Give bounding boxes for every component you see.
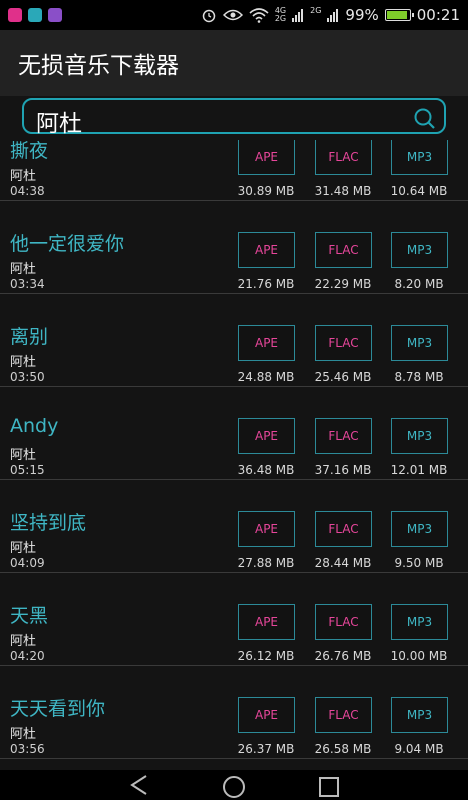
signal-4g-icon: 4G 2G [274,6,287,23]
song-row[interactable]: Andy 阿杜 05:15 APE 36.48 MB FLAC 37.16 MB MP3 12.… [0,387,468,480]
download-ape-button[interactable]: APE [238,325,295,361]
song-title: 撕夜 [10,140,49,162]
song-duration: 04:38 [10,184,45,198]
song-artist: 阿杜 [10,727,37,742]
download-flac-button[interactable]: FLAC [315,232,372,268]
file-size: 30.89 MB [237,184,295,198]
file-size: 28.44 MB [314,556,372,570]
app-icon-teal [28,8,42,22]
signal-2g-icon: 2G [310,6,322,15]
download-mp3-button[interactable]: MP3 [391,604,448,640]
alarm-icon [202,9,216,23]
song-artist: 阿杜 [10,634,37,649]
song-title: 离别 [10,326,49,348]
song-title: 坚持到底 [10,512,87,534]
download-ape-button[interactable]: APE [238,697,295,733]
system-icons: 4G 2G 2G 99% 00:21 [201,6,460,24]
download-flac-button[interactable]: FLAC [315,140,372,175]
file-size: 24.88 MB [237,370,295,384]
file-size: 25.46 MB [314,370,372,384]
file-size: 31.48 MB [314,184,372,198]
song-row[interactable]: 天黑阿杜 04:20 APE 26.12 MB FLAC 26.76 MB MP3 10.00… [0,573,468,666]
download-ape-button[interactable]: APE [238,140,295,175]
song-artist: 阿杜 [10,448,37,463]
song-title: Andy [10,415,59,437]
file-size: 37.16 MB [314,463,372,477]
wifi-icon [249,8,269,23]
signal-bars-2-icon [327,9,339,22]
file-size: 26.58 MB [314,742,372,756]
song-artist: 阿杜 [10,262,37,277]
battery-icon [384,9,414,21]
song-duration: 03:34 [10,277,45,291]
download-mp3-button[interactable]: MP3 [391,140,448,175]
song-artist: 阿杜 [10,169,37,184]
file-size: 26.37 MB [237,742,295,756]
search-value: 阿杜 [36,111,82,137]
home-icon[interactable] [219,770,249,800]
download-flac-button[interactable]: FLAC [315,325,372,361]
status-bar: 4G 2G 2G 99% 00:21 [0,0,468,30]
file-size: 10.64 MB [390,184,448,198]
song-row[interactable]: 坚持到底阿杜 04:09 APE 27.88 MB FLAC 28.44 MB MP3 9.5… [0,480,468,573]
search-icon[interactable] [412,106,436,130]
file-size: 9.04 MB [394,742,444,756]
download-mp3-button[interactable]: MP3 [391,232,448,268]
download-flac-button[interactable]: FLAC [315,697,372,733]
search-bar: 阿杜 [0,96,468,140]
song-artist: 阿杜 [10,541,37,556]
app-bar: 无损音乐下载器 [0,30,468,96]
song-duration: 03:50 [10,370,45,384]
file-size: 10.00 MB [390,649,448,663]
signal-bars-icon [292,9,304,22]
download-flac-button[interactable]: FLAC [315,418,372,454]
file-size: 21.76 MB [237,277,295,291]
download-ape-button[interactable]: APE [238,232,295,268]
song-row[interactable]: 撕夜阿杜 04:38 APE 30.89 MB FLAC 31.48 MB MP3 10.64… [0,140,468,201]
download-flac-button[interactable]: FLAC [315,604,372,640]
battery-percent: 99% [345,6,379,24]
download-ape-button[interactable]: APE [238,511,295,547]
download-mp3-button[interactable]: MP3 [391,511,448,547]
song-duration: 05:15 [10,463,45,477]
app-icon-pink [8,8,22,22]
song-title: 天黑 [10,605,49,627]
back-icon[interactable] [124,770,154,800]
song-title: 天天看到你 [10,698,106,720]
song-row[interactable]: 天天看到你阿杜 03:56 APE 26.37 MB FLAC 26.58 MB MP3 9.… [0,666,468,759]
navigation-bar [0,770,468,800]
song-duration: 04:09 [10,556,45,570]
download-mp3-button[interactable]: MP3 [391,418,448,454]
eye-icon [222,9,243,21]
file-size: 8.20 MB [394,277,444,291]
file-size: 9.50 MB [394,556,444,570]
file-size: 22.29 MB [314,277,372,291]
file-size: 27.88 MB [237,556,295,570]
song-row[interactable]: 他一定很爱你阿杜 03:34 APE 21.76 MB FLAC 22.29 MB MP3 8… [0,201,468,294]
song-title: 他一定很爱你 [10,233,125,255]
clock: 00:21 [416,6,460,24]
file-size: 12.01 MB [390,463,448,477]
song-duration: 04:20 [10,649,45,663]
download-mp3-button[interactable]: MP3 [391,325,448,361]
file-size: 26.12 MB [237,649,295,663]
download-flac-button[interactable]: FLAC [315,511,372,547]
download-ape-button[interactable]: APE [238,418,295,454]
song-artist: 阿杜 [10,355,37,370]
app-icon-purple [48,8,62,22]
app-title: 无损音乐下载器 [18,53,179,79]
file-size: 8.78 MB [394,370,444,384]
recents-icon[interactable] [314,770,344,800]
song-list[interactable]: 撕夜 阿杜 04:38 APE 30.89 MB FLAC 31.48 MB MP3 10.64… [0,140,468,770]
download-mp3-button[interactable]: MP3 [391,697,448,733]
song-duration: 03:56 [10,742,45,756]
file-size: 36.48 MB [237,463,295,477]
file-size: 26.76 MB [314,649,372,663]
notification-icons [8,8,62,22]
download-ape-button[interactable]: APE [238,604,295,640]
song-row[interactable]: 离别阿杜 03:50 APE 24.88 MB FLAC 25.46 MB MP3 8.78 … [0,294,468,387]
search-input[interactable]: 阿杜 [22,98,446,137]
